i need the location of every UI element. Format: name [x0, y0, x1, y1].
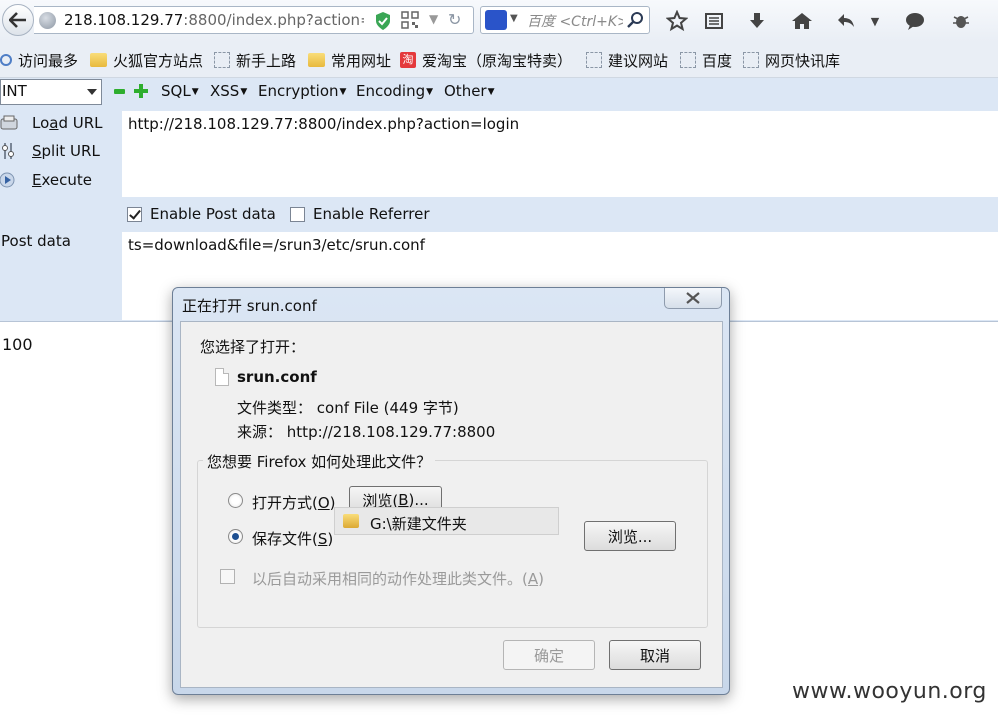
- download-icon[interactable]: [744, 8, 770, 34]
- bookmarks-menu-icon[interactable]: [701, 8, 727, 34]
- folder-icon: [90, 53, 107, 67]
- file-source-value: http://218.108.129.77:8800: [286, 423, 496, 441]
- url-bar[interactable]: 218.108.129.77:8800/index.php?action=lo …: [34, 6, 474, 34]
- execute-button[interactable]: Execute: [0, 168, 92, 192]
- enable-post-data-checkbox[interactable]: Enable Post data: [127, 205, 276, 223]
- page-icon: [743, 52, 759, 68]
- search-placeholder[interactable]: 百度 <Ctrl+K>: [527, 11, 623, 31]
- file-type-label: 文件类型：: [237, 399, 313, 417]
- post-data-label: Post data: [1, 232, 71, 250]
- bookmark-baidu[interactable]: 百度: [680, 50, 732, 70]
- save-browse-button[interactable]: 浏览...: [584, 521, 676, 551]
- page-icon: [214, 52, 230, 68]
- split-url-button[interactable]: Split URL: [0, 139, 100, 163]
- url-history-dropdown-icon[interactable]: ▼: [429, 12, 438, 26]
- url-textarea[interactable]: http://218.108.129.77:8800/index.php?act…: [122, 111, 998, 197]
- menu-xss[interactable]: XSS▼: [210, 82, 247, 100]
- bookmark-ai-taobao[interactable]: 淘爱淘宝（原淘宝特卖）: [400, 50, 572, 70]
- execute-icon: [0, 172, 15, 188]
- dialog-title: 正在打开 srun.conf: [182, 297, 317, 315]
- chat-bubble-icon[interactable]: [902, 8, 928, 34]
- search-icon[interactable]: [626, 11, 644, 29]
- taobao-icon: 淘: [400, 52, 416, 68]
- open-with-radio[interactable]: [228, 493, 243, 508]
- action-question: 您想要 Firefox 如何处理此文件？: [203, 451, 436, 472]
- download-dialog: 正在打开 srun.conf 您选择了打开： srun.conf 文件类型： c…: [172, 287, 730, 695]
- folder-icon: [343, 514, 359, 528]
- menu-other[interactable]: Other▼: [444, 82, 495, 100]
- file-source-label: 来源：: [237, 423, 283, 441]
- firebug-icon[interactable]: [948, 8, 974, 34]
- page-icon: [680, 52, 696, 68]
- bookmark-suggested-sites[interactable]: 建议网站: [586, 50, 668, 70]
- globe-icon: [39, 12, 56, 29]
- chevron-down-icon: [87, 89, 97, 95]
- menu-sql[interactable]: SQL▼: [161, 82, 199, 100]
- page-icon: [586, 52, 602, 68]
- auto-action-label: 以后自动采用相同的动作处理此类文件。(A): [252, 570, 544, 588]
- file-source-row: 来源： http://218.108.129.77:8800: [237, 421, 495, 442]
- bookmark-firefox-sites[interactable]: 火狐官方站点: [90, 50, 203, 70]
- reload-icon[interactable]: ↻: [448, 10, 461, 29]
- plus-icon[interactable]: [134, 84, 148, 98]
- chosen-to-open-label: 您选择了打开：: [200, 338, 306, 356]
- bookmark-getting-started[interactable]: 新手上路: [214, 50, 296, 70]
- shield-icon[interactable]: [374, 11, 392, 31]
- baidu-paw-icon[interactable]: [485, 10, 507, 30]
- page-response-text: 100: [2, 335, 33, 354]
- bookmark-common-sites[interactable]: 常用网址: [308, 50, 391, 70]
- hackbar-panel: INT SQL▼ XSS▼ Encryption▼ Encoding▼ Othe…: [0, 78, 998, 322]
- menu-encoding[interactable]: Encoding▼: [356, 82, 433, 100]
- auto-action-checkbox[interactable]: [220, 569, 235, 584]
- file-type-value: conf File (449 字节): [316, 399, 459, 417]
- search-bar[interactable]: ▼ 百度 <Ctrl+K>: [480, 6, 650, 34]
- dialog-close-button[interactable]: [664, 288, 722, 309]
- watermark: www.wooyun.org: [792, 679, 987, 704]
- chevron-down-icon[interactable]: ▼: [510, 13, 518, 24]
- save-path-text: G:\新建文件夹: [370, 515, 467, 533]
- bookmark-web-slice-gallery[interactable]: 网页快讯库: [743, 50, 840, 70]
- back-button[interactable]: [2, 4, 34, 36]
- menu-encryption[interactable]: Encryption▼: [258, 82, 346, 100]
- dialog-body: 您选择了打开： srun.conf 文件类型： conf File (449 字…: [180, 321, 723, 688]
- save-file-label[interactable]: 保存文件(S): [252, 528, 333, 549]
- load-url-button[interactable]: Lo a d URL: [0, 111, 103, 135]
- folder-icon: [308, 53, 325, 67]
- save-file-radio[interactable]: [228, 529, 243, 544]
- save-path-field: G:\新建文件夹: [334, 507, 559, 535]
- back-arrow-icon: [9, 12, 26, 28]
- file-type-row: 文件类型： conf File (449 字节): [237, 397, 459, 418]
- bookmarks-toolbar: 访问最多 火狐官方站点 新手上路 常用网址 淘爱淘宝（原淘宝特卖） 建议网站 百…: [0, 42, 998, 78]
- bookmark-most-visited[interactable]: 访问最多: [0, 50, 78, 70]
- navigation-toolbar: 218.108.129.77:8800/index.php?action=lo …: [0, 0, 998, 42]
- qr-code-icon[interactable]: [401, 11, 419, 29]
- ok-button[interactable]: 确定: [503, 640, 595, 670]
- url-text[interactable]: 218.108.129.77:8800/index.php?action=lo: [64, 11, 364, 29]
- open-with-label[interactable]: 打开方式(O): [252, 492, 336, 513]
- chevron-down-icon[interactable]: ▼: [866, 8, 884, 34]
- checkbox-unchecked-icon: [290, 206, 305, 222]
- search-icon: [0, 54, 12, 66]
- close-icon: [686, 292, 700, 304]
- home-icon[interactable]: [789, 8, 815, 34]
- checkbox-checked-icon: [127, 206, 142, 222]
- bookmark-star-icon[interactable]: [664, 8, 690, 34]
- file-icon: [215, 368, 229, 386]
- minus-icon[interactable]: [114, 89, 125, 94]
- undo-icon[interactable]: [833, 8, 859, 34]
- split-url-icon: [2, 143, 14, 159]
- file-name: srun.conf: [237, 368, 317, 386]
- enable-referrer-checkbox[interactable]: Enable Referrer: [290, 205, 429, 223]
- cancel-button[interactable]: 取消: [609, 640, 701, 670]
- hackbar-type-select[interactable]: INT: [0, 79, 102, 105]
- load-url-icon: [0, 115, 18, 130]
